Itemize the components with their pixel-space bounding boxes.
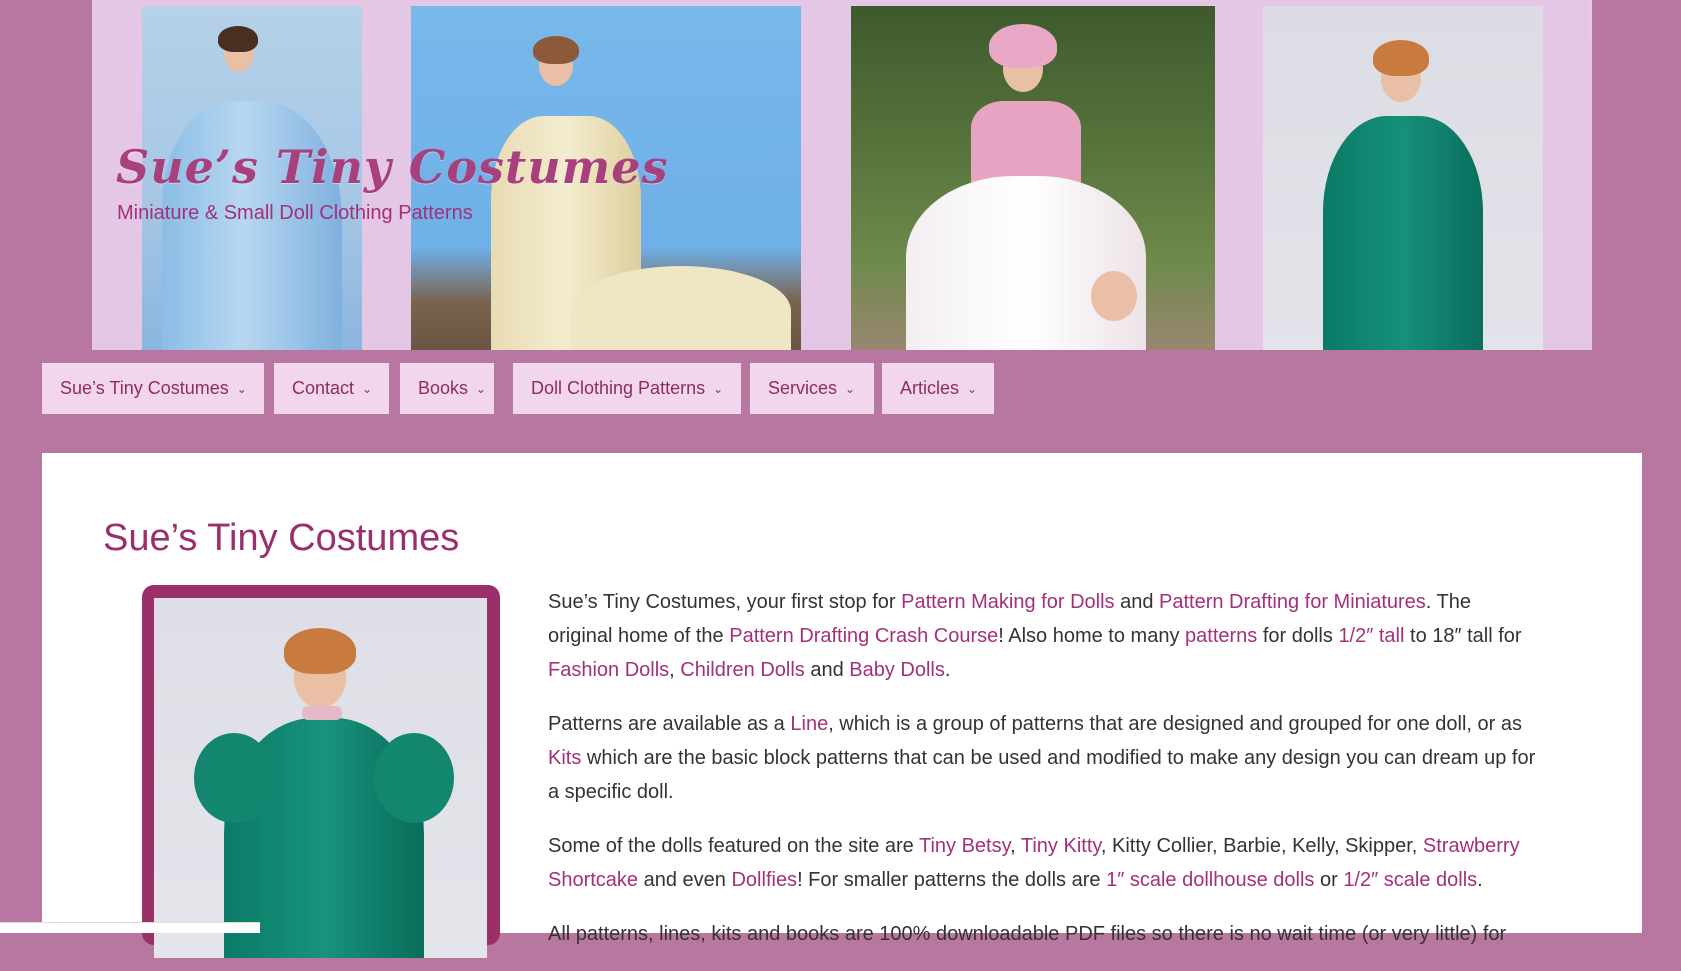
text: ! Also home to many bbox=[998, 625, 1186, 647]
featured-image-frame bbox=[142, 585, 500, 958]
chevron-down-icon: ⌄ bbox=[362, 381, 373, 396]
text: and even bbox=[638, 869, 732, 891]
text: and bbox=[1114, 591, 1160, 613]
link-baby-dolls[interactable]: Baby Dolls bbox=[849, 659, 945, 681]
text: Some of the dolls featured on the site a… bbox=[548, 835, 919, 857]
cookie-bar bbox=[0, 922, 260, 933]
chevron-down-icon: ⌄ bbox=[476, 381, 487, 396]
text: for dolls bbox=[1257, 625, 1339, 647]
text: Patterns are available as a bbox=[548, 713, 791, 735]
link-patterns[interactable]: patterns bbox=[1185, 625, 1257, 647]
text: ! For smaller patterns the dolls are bbox=[797, 869, 1107, 891]
text: or bbox=[1314, 869, 1344, 891]
link-tiny-betsy[interactable]: Tiny Betsy bbox=[919, 835, 1010, 857]
link-one-inch-scale-dolls[interactable]: 1″ scale dollhouse dolls bbox=[1106, 869, 1314, 891]
nav-item-doll-clothing-patterns[interactable]: Doll Clothing Patterns ⌄ bbox=[513, 363, 741, 414]
nav-item-label: Books bbox=[418, 378, 469, 398]
chevron-down-icon: ⌄ bbox=[713, 381, 724, 396]
nav-item-sues-tiny-costumes[interactable]: Sue’s Tiny Costumes ⌄ bbox=[42, 363, 264, 414]
link-fashion-dolls[interactable]: Fashion Dolls bbox=[548, 659, 669, 681]
text: . bbox=[1477, 869, 1483, 891]
chevron-down-icon: ⌄ bbox=[967, 381, 978, 396]
text: and bbox=[804, 659, 850, 681]
link-children-dolls[interactable]: Children Dolls bbox=[680, 659, 805, 681]
nav-item-services[interactable]: Services ⌄ bbox=[750, 363, 874, 414]
link-tiny-kitty[interactable]: Tiny Kitty bbox=[1021, 835, 1101, 857]
text: to 18″ tall for bbox=[1404, 625, 1522, 647]
intro-paragraph-4: All patterns, lines, kits and books are … bbox=[548, 923, 1507, 945]
intro-paragraph-3: Some of the dolls featured on the site a… bbox=[548, 829, 1538, 897]
link-half-inch-tall[interactable]: 1/2″ tall bbox=[1338, 625, 1404, 647]
nav-item-books[interactable]: Books ⌄ bbox=[400, 363, 494, 414]
nav-item-label: Contact bbox=[292, 378, 355, 398]
link-pattern-drafting-crash-course[interactable]: Pattern Drafting Crash Course bbox=[729, 625, 998, 647]
text: , bbox=[669, 659, 681, 681]
nav-item-label: Doll Clothing Patterns bbox=[531, 378, 706, 398]
text: Sue’s Tiny Costumes, your first stop for bbox=[548, 591, 902, 613]
nav-item-label: Sue’s Tiny Costumes bbox=[60, 378, 229, 398]
page-title: Sue’s Tiny Costumes bbox=[103, 517, 460, 559]
link-dollfies[interactable]: Dollfies bbox=[731, 869, 797, 891]
nav-item-contact[interactable]: Contact ⌄ bbox=[274, 363, 389, 414]
text: which are the basic block patterns that … bbox=[548, 747, 1536, 803]
intro-text: Sue’s Tiny Costumes, your first stop for… bbox=[548, 585, 1538, 971]
link-line[interactable]: Line bbox=[790, 713, 828, 735]
nav-item-label: Services bbox=[768, 378, 838, 398]
chevron-down-icon: ⌄ bbox=[845, 381, 856, 396]
text: , bbox=[1010, 835, 1021, 857]
intro-paragraph-1: Sue’s Tiny Costumes, your first stop for… bbox=[548, 585, 1538, 687]
header-photo-pink-dress bbox=[851, 6, 1215, 350]
main-content: Sue’s Tiny Costumes Sue’s Tiny Costumes,… bbox=[42, 453, 1642, 958]
link-half-inch-scale-dolls[interactable]: 1/2″ scale dolls bbox=[1343, 869, 1477, 891]
nav-item-articles[interactable]: Articles ⌄ bbox=[882, 363, 994, 414]
nav-item-label: Articles bbox=[900, 378, 960, 398]
featured-doll-image[interactable] bbox=[154, 598, 487, 958]
site-tagline: Miniature & Small Doll Clothing Patterns bbox=[117, 202, 473, 224]
link-pattern-making-for-dolls[interactable]: Pattern Making for Dolls bbox=[901, 591, 1114, 613]
text: . bbox=[944, 659, 951, 681]
site-title[interactable]: Sue’s Tiny Costumes bbox=[116, 140, 668, 194]
link-pattern-drafting-for-miniatures[interactable]: Pattern Drafting for Miniatures bbox=[1159, 591, 1426, 613]
header-photo-green-gown bbox=[1263, 6, 1543, 350]
text: , Kitty Collier, Barbie, Kelly, Skipper, bbox=[1100, 835, 1423, 857]
intro-paragraph-2: Patterns are available as a Line, which … bbox=[548, 707, 1538, 809]
youtube-icon[interactable] bbox=[1588, 0, 1592, 42]
chevron-down-icon: ⌄ bbox=[236, 381, 247, 396]
link-kits[interactable]: Kits bbox=[548, 747, 581, 769]
text: , which is a group of patterns that are … bbox=[828, 713, 1522, 735]
site-header: Sue’s Tiny Costumes Miniature & Small Do… bbox=[92, 0, 1592, 350]
